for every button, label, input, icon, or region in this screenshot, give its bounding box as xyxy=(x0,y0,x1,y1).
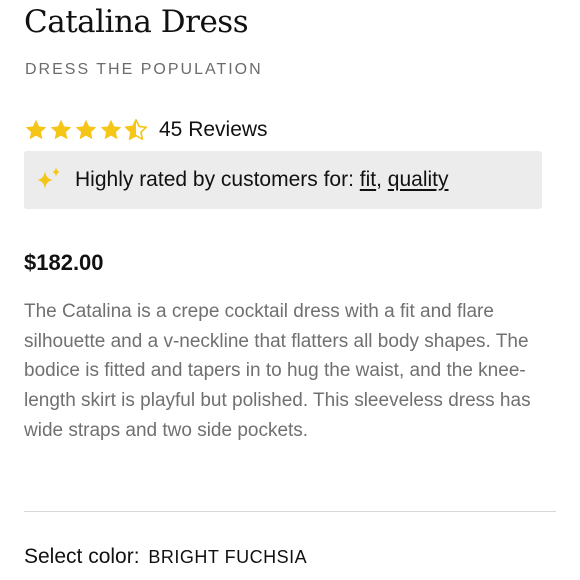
selected-color-value: BRIGHT FUCHSIA xyxy=(148,547,308,567)
star-icon xyxy=(50,119,72,140)
star-icon xyxy=(75,119,97,140)
product-title: Catalina Dress xyxy=(24,4,249,40)
brand-name: DRESS THE POPULATION xyxy=(25,61,263,78)
product-description: The Catalina is a crepe cocktail dress w… xyxy=(24,301,531,441)
color-label: Select color: xyxy=(24,545,140,568)
divider xyxy=(24,511,556,512)
reviews-link[interactable]: 45 Reviews xyxy=(159,118,268,142)
tag-link-quality[interactable]: quality xyxy=(388,168,449,191)
highlight-prefix: Highly rated by customers for: xyxy=(75,168,354,191)
rating-row: 45 Reviews xyxy=(24,115,268,145)
color-selector-label: Select color: BRIGHT FUCHSIA xyxy=(24,545,307,569)
rating-highlight-banner: Highly rated by customers for: fit, qual… xyxy=(24,151,542,209)
highlight-text: Highly rated by customers for: fit, qual… xyxy=(75,168,449,192)
star-icon xyxy=(25,119,47,140)
tag-link-fit[interactable]: fit xyxy=(360,168,376,191)
star-icon xyxy=(100,119,122,140)
tag-separator: , xyxy=(376,168,388,191)
half-star-icon xyxy=(124,119,148,140)
product-price: $182.00 xyxy=(24,250,104,275)
sparkle-icon xyxy=(37,167,60,189)
star-rating[interactable] xyxy=(24,118,148,142)
